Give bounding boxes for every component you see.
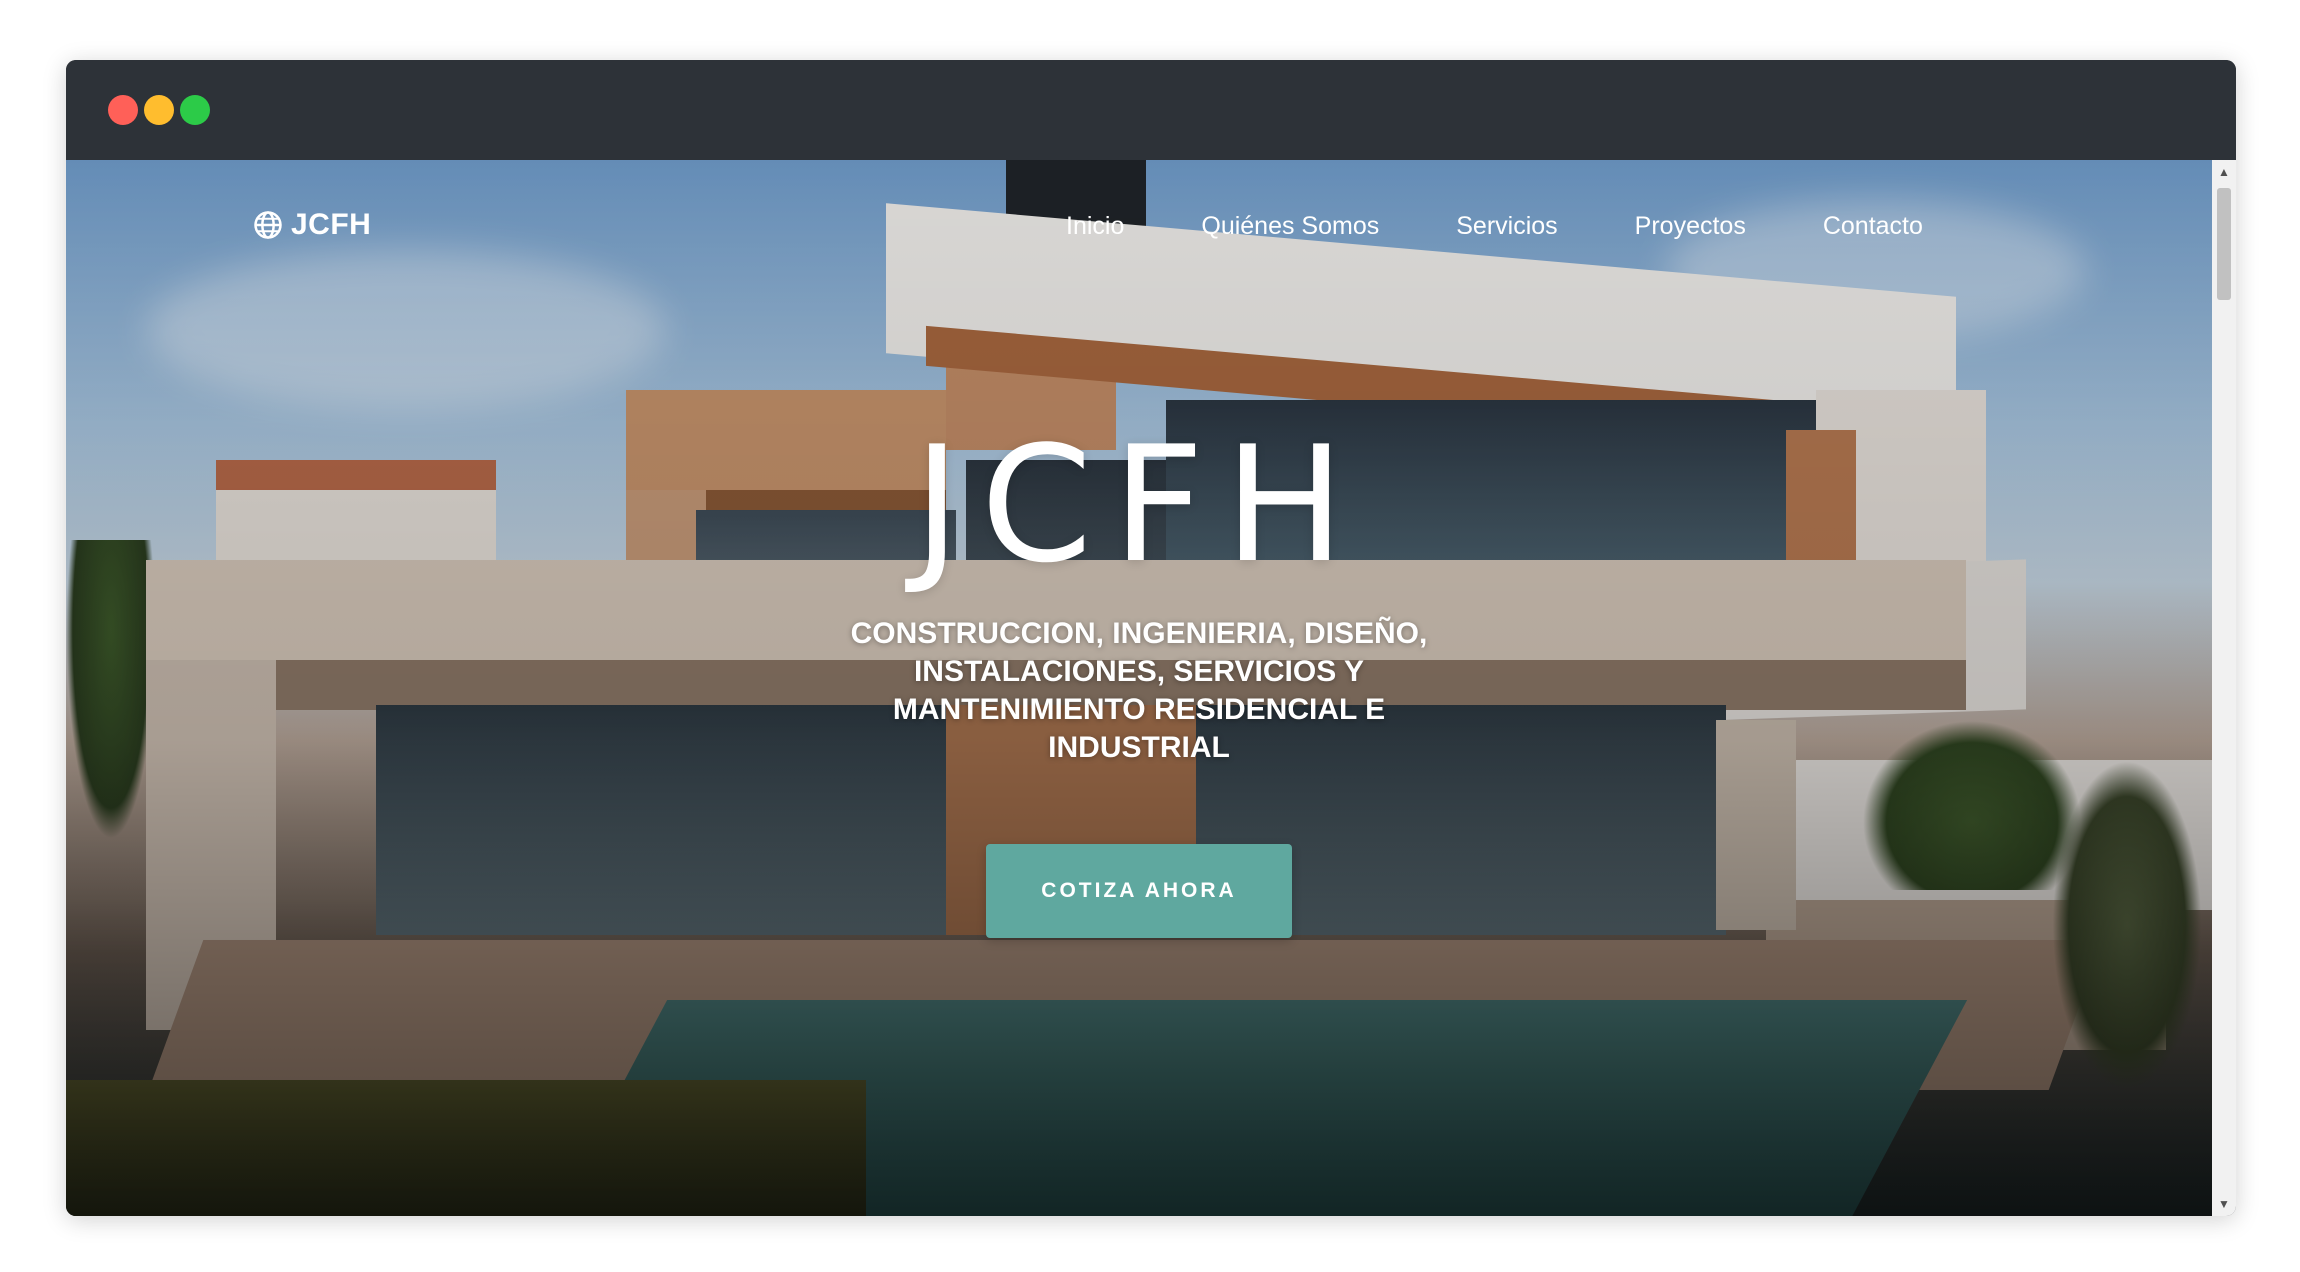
close-window-button[interactable] <box>108 95 138 125</box>
hero-title: JCFH <box>913 411 1365 598</box>
window-titlebar <box>66 60 2236 160</box>
scrollbar-thumb[interactable] <box>2217 188 2231 300</box>
caret-down-icon[interactable]: ▼ <box>2212 1192 2236 1216</box>
site-logo[interactable]: JCFH <box>253 208 371 242</box>
cotiza-ahora-button[interactable]: COTIZA AHORA <box>986 844 1292 938</box>
nav-link-contacto[interactable]: Contacto <box>1823 212 1923 241</box>
vertical-scrollbar[interactable]: ▲ ▼ <box>2212 160 2236 1216</box>
nav-link-inicio[interactable]: Inicio <box>1066 212 1124 241</box>
hero-subtitle: CONSTRUCCION, INGENIERIA, DISEÑO, INSTAL… <box>850 617 1428 764</box>
maximize-window-button[interactable] <box>180 95 210 125</box>
nav-link-servicios[interactable]: Servicios <box>1456 212 1557 241</box>
caret-up-icon[interactable]: ▲ <box>2212 160 2236 184</box>
globe-icon <box>254 211 282 239</box>
page-viewport: JCFH Inicio Quiénes Somos Servicios Proy… <box>66 160 2212 1216</box>
nav-link-quienes-somos[interactable]: Quiénes Somos <box>1201 212 1379 241</box>
browser-window: JCFH Inicio Quiénes Somos Servicios Proy… <box>66 60 2236 1216</box>
minimize-window-button[interactable] <box>144 95 174 125</box>
nav-link-proyectos[interactable]: Proyectos <box>1635 212 1746 241</box>
main-nav: Inicio Quiénes Somos Servicios Proyectos… <box>1066 212 1923 241</box>
logo-text: JCFH <box>291 208 372 241</box>
